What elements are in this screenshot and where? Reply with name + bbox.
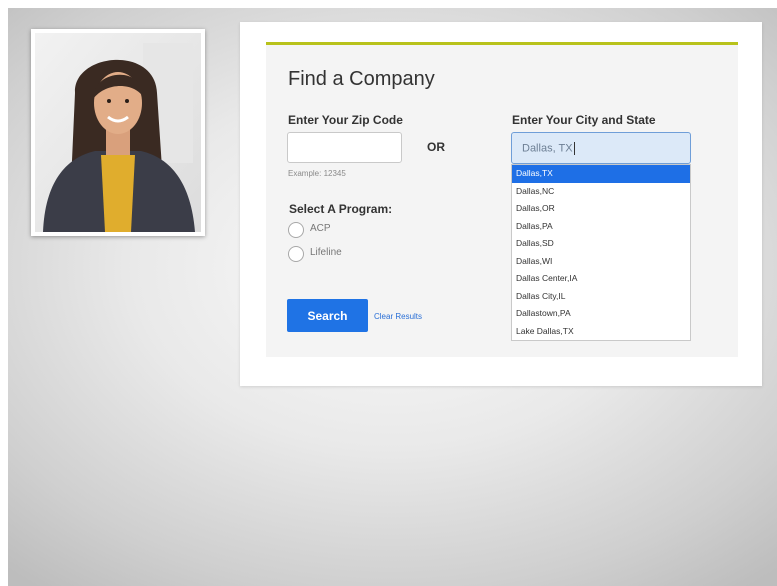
presenter-image	[35, 33, 201, 232]
zip-example-hint: Example: 12345	[288, 169, 346, 178]
page-title: Find a Company	[288, 68, 435, 90]
suggestion-item[interactable]: Dallas City,IL	[512, 288, 690, 306]
zip-label: Enter Your Zip Code	[288, 113, 403, 127]
zip-code-input[interactable]	[287, 132, 402, 163]
radio-label-lifeline: Lifeline	[310, 247, 342, 258]
radio-label-acp: ACP	[310, 223, 331, 234]
text-cursor	[573, 142, 575, 155]
suggestion-item[interactable]: Lake Dallas,TX	[512, 323, 690, 341]
radio-button-icon[interactable]	[288, 246, 304, 262]
suggestion-item[interactable]: Dallas,WI	[512, 253, 690, 271]
or-separator: OR	[427, 140, 445, 154]
city-suggestions-dropdown: Dallas,TX Dallas,NC Dallas,OR Dallas,PA Dall…	[511, 164, 691, 341]
suggestion-item[interactable]: Dallas,TX	[512, 165, 690, 183]
suggestion-item[interactable]: Dallastown,PA	[512, 305, 690, 323]
city-state-input[interactable]: Dallas, TX	[511, 132, 691, 164]
suggestion-item[interactable]: Dallas,NC	[512, 183, 690, 201]
city-state-label: Enter Your City and State	[512, 113, 656, 127]
search-button[interactable]: Search	[287, 299, 368, 332]
suggestion-item[interactable]: Dallas,SD	[512, 235, 690, 253]
suggestion-item[interactable]: Dallas,PA	[512, 218, 690, 236]
presenter-photo	[31, 29, 205, 236]
radio-button-icon[interactable]	[288, 222, 304, 238]
suggestion-item[interactable]: Dallas Center,IA	[512, 270, 690, 288]
program-label: Select A Program:	[289, 202, 393, 216]
city-state-value: Dallas, TX	[522, 142, 573, 155]
suggestion-item[interactable]: Dallas,OR	[512, 200, 690, 218]
clear-results-link[interactable]: Clear Results	[374, 312, 422, 321]
